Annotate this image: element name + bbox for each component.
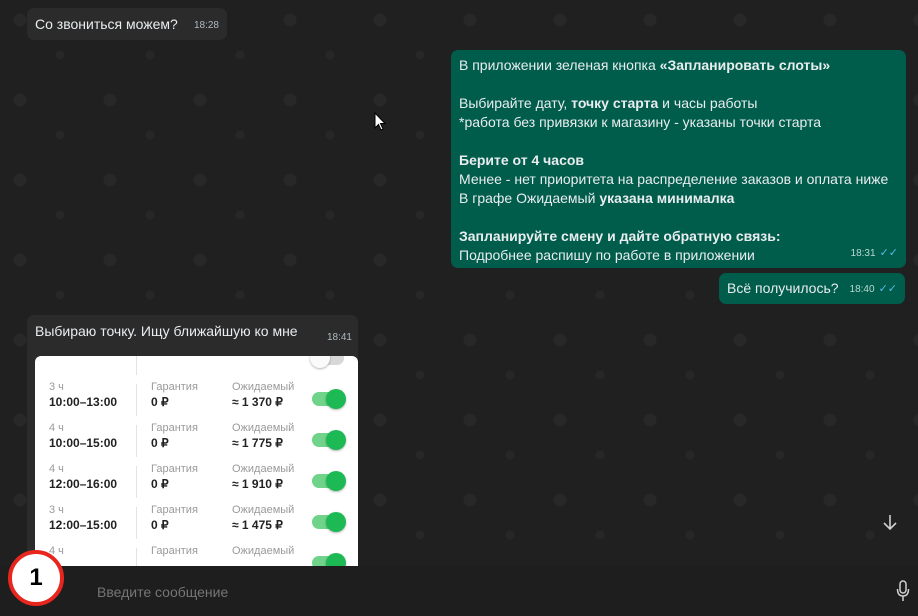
expected-value: ≈ 1 910 ₽ xyxy=(232,477,283,491)
message-line: Запланируйте смену и дайте обратную связ… xyxy=(459,228,781,244)
message-outgoing-2[interactable]: Всё получилось? 18:40 ✓✓ xyxy=(719,273,905,304)
slot-toggle[interactable] xyxy=(312,512,346,532)
message-line: Менее - нет приоритета на распределение … xyxy=(459,171,889,187)
toggle-knob xyxy=(326,512,346,532)
expected-label: Ожидаемый xyxy=(232,422,295,434)
message-input[interactable] xyxy=(95,576,859,608)
expected-value: ≈ 1 475 ₽ xyxy=(232,518,283,532)
guarantee-label: Гарантия xyxy=(151,422,198,434)
message-line: В приложении зеленая кнопка «Запланирова… xyxy=(459,57,831,73)
message-time: 18:28 xyxy=(193,20,219,31)
divider xyxy=(136,507,137,539)
guarantee-label: Гарантия xyxy=(151,463,198,475)
message-line: В графе Ожидаемый указана минималка xyxy=(459,190,735,206)
message-incoming-1[interactable]: Со звониться можем? 18:28 xyxy=(27,8,227,40)
message-time: 18:31 xyxy=(850,248,876,259)
slot-duration: 3 ч xyxy=(49,381,64,393)
expected-value: ≈ 1 370 ₽ xyxy=(232,395,283,409)
slot-hours: 12:00–16:00 xyxy=(49,477,118,491)
message-text: Со звониться можем? xyxy=(35,16,178,32)
slot-row[interactable]: 09:00–14:000 ₽≈ 2 195 ₽ xyxy=(35,356,358,380)
slot-toggle[interactable] xyxy=(312,553,346,566)
slot-duration: 4 ч xyxy=(49,545,64,557)
read-ticks-icon: ✓✓ xyxy=(878,283,897,295)
message-line: Подробнее распишу по работе в приложении xyxy=(459,247,755,263)
slot-row[interactable]: 4 ч 10:00–15:00 Гарантия 0 ₽ Ожидаемый ≈ 1 77… xyxy=(35,421,358,462)
expected-label: Ожидаемый xyxy=(232,463,295,475)
toggle-knob xyxy=(310,356,330,368)
guarantee-label: Гарантия xyxy=(151,545,198,557)
slot-duration: 3 ч xyxy=(49,504,64,516)
toggle-knob xyxy=(326,389,346,409)
slot-toggle[interactable] xyxy=(310,356,344,368)
message-time: 18:40 xyxy=(849,284,875,295)
expected-label: Ожидаемый xyxy=(232,545,295,557)
slot-row[interactable]: 3 ч 10:00–13:00 Гарантия 0 ₽ Ожидаемый ≈ 1 37… xyxy=(35,380,358,421)
slot-row[interactable]: 4 ч Гарантия Ожидаемый xyxy=(35,544,358,566)
guarantee-value: 0 ₽ xyxy=(151,477,169,491)
cursor-icon xyxy=(374,112,386,131)
slot-duration: 4 ч xyxy=(49,422,64,434)
slot-toggle[interactable] xyxy=(312,430,346,450)
toggle-knob xyxy=(326,553,346,566)
read-ticks-icon: ✓✓ xyxy=(879,247,898,259)
guarantee-value: 0 ₽ xyxy=(151,518,169,532)
expected-label: Ожидаемый xyxy=(232,504,295,516)
slot-row[interactable]: 4 ч 12:00–16:00 Гарантия 0 ₽ Ожидаемый ≈ 1 91… xyxy=(35,462,358,503)
guarantee-label: Гарантия xyxy=(151,504,198,516)
slot-hours: 10:00–13:00 xyxy=(49,395,118,409)
message-text: Выбираю точку. Ищу ближайшую ко мне xyxy=(35,323,298,339)
slot-hours: 10:00–15:00 xyxy=(49,436,118,450)
slot-row[interactable]: 3 ч 12:00–15:00 Гарантия 0 ₽ Ожидаемый ≈ 1 47… xyxy=(35,503,358,544)
divider xyxy=(136,425,137,457)
message-line: *работа без привязки к магазину - указан… xyxy=(459,114,822,130)
message-outgoing-1[interactable]: В приложении зеленая кнопка «Запланирова… xyxy=(451,50,906,268)
toggle-knob xyxy=(326,471,346,491)
toggle-knob xyxy=(326,430,346,450)
slot-duration: 4 ч xyxy=(49,463,64,475)
divider xyxy=(136,384,137,416)
message-text: Всё получилось? xyxy=(727,280,839,296)
guarantee-label: Гарантия xyxy=(151,381,198,393)
message-input-bar xyxy=(0,566,918,616)
message-time: 18:41 xyxy=(326,332,352,343)
guarantee-value: 0 ₽ xyxy=(151,395,169,409)
expected-value: ≈ 1 775 ₽ xyxy=(232,436,283,450)
step-number-badge: 1 xyxy=(8,550,64,606)
scroll-down-icon[interactable] xyxy=(880,513,904,537)
slot-hours: 12:00–15:00 xyxy=(49,518,118,532)
mic-icon[interactable] xyxy=(896,580,910,602)
message-line: Выбирайте дату, точку старта и часы рабо… xyxy=(459,95,758,111)
message-line: Берите от 4 часов xyxy=(459,152,585,168)
expected-label: Ожидаемый xyxy=(232,381,295,393)
divider xyxy=(136,356,137,375)
divider xyxy=(136,466,137,498)
slot-toggle[interactable] xyxy=(312,471,346,491)
divider xyxy=(136,548,137,566)
slot-toggle[interactable] xyxy=(312,389,346,409)
attached-image[interactable]: 09:00–14:000 ₽≈ 2 195 ₽3 ч10:00–13:00Гар… xyxy=(35,356,358,566)
guarantee-value: 0 ₽ xyxy=(151,436,169,450)
